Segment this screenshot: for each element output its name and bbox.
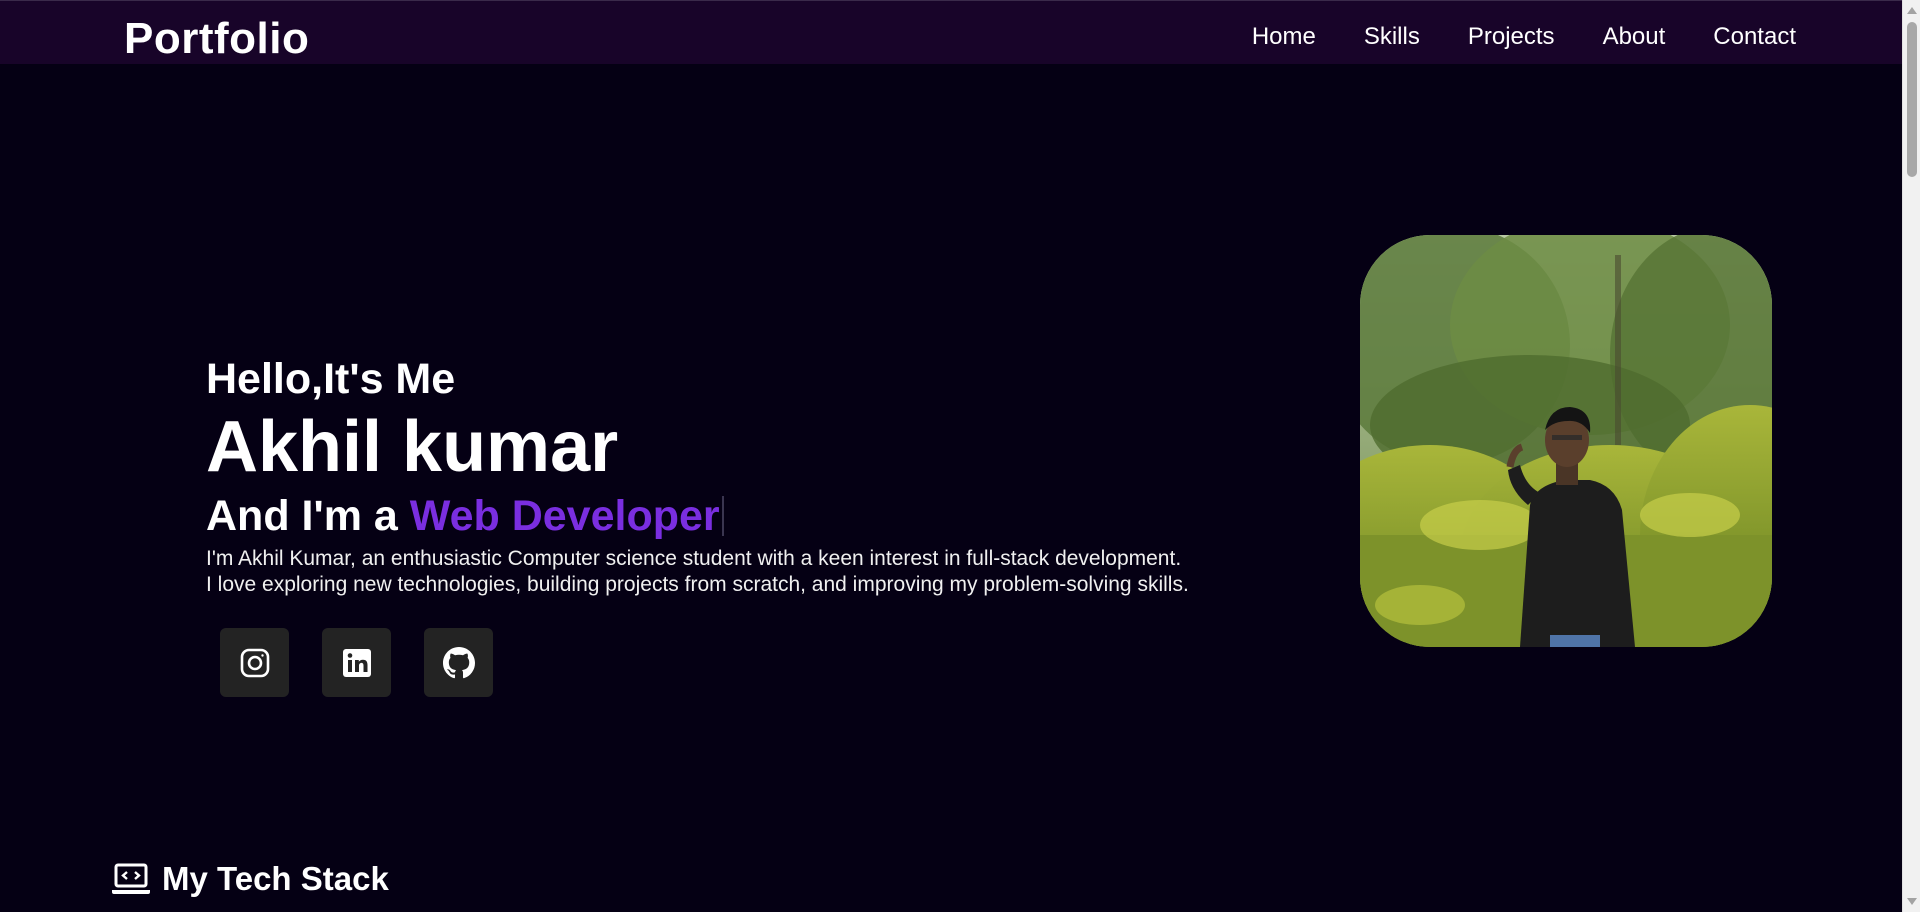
hero-role: And I'm a Web Developer bbox=[206, 495, 1189, 538]
role-highlight: Web Developer bbox=[409, 492, 720, 540]
vertical-scrollbar[interactable] bbox=[1902, 0, 1920, 912]
github-icon bbox=[442, 646, 475, 678]
nav-contact-link[interactable]: Contact bbox=[1713, 23, 1796, 51]
main-nav: Home Skills Projects About Contact bbox=[1252, 23, 1796, 51]
tech-stack-heading: My Tech Stack bbox=[110, 860, 389, 898]
hero-bio: I'm Akhil Kumar, an enthusiastic Compute… bbox=[206, 546, 1189, 598]
scroll-down-arrow-icon[interactable] bbox=[1907, 898, 1917, 905]
navbar: Portfolio Home Skills Projects About Con… bbox=[0, 0, 1902, 64]
portfolio-page: Portfolio Home Skills Projects About Con… bbox=[0, 0, 1920, 912]
nav-skills-link[interactable]: Skills bbox=[1364, 23, 1420, 51]
linkedin-button[interactable] bbox=[322, 628, 391, 697]
nav-about-link[interactable]: About bbox=[1603, 23, 1666, 51]
scroll-thumb[interactable] bbox=[1907, 22, 1917, 177]
social-links bbox=[220, 628, 1189, 697]
github-button[interactable] bbox=[424, 628, 493, 697]
hero-name: Akhil kumar bbox=[206, 407, 619, 487]
linkedin-icon bbox=[342, 648, 371, 677]
nav-home-link[interactable]: Home bbox=[1252, 23, 1316, 51]
instagram-icon bbox=[240, 648, 269, 677]
role-prefix: And I'm a bbox=[206, 492, 398, 540]
hero-greeting: Hello,It's Me bbox=[206, 355, 456, 403]
typing-caret bbox=[721, 496, 724, 536]
bio-line: I love exploring new technologies, build… bbox=[206, 573, 1189, 596]
nav-projects-link[interactable]: Projects bbox=[1468, 23, 1555, 51]
bio-line: I'm Akhil Kumar, an enthusiastic Compute… bbox=[206, 547, 1182, 570]
tech-stack-title: My Tech Stack bbox=[162, 860, 389, 897]
hero-section: Hello,It's Me Akhil kumar And I'm a Web … bbox=[206, 358, 1189, 697]
profile-photo bbox=[1360, 235, 1772, 647]
instagram-button[interactable] bbox=[220, 628, 289, 697]
laptop-code-icon bbox=[112, 863, 150, 894]
brand-logo[interactable]: Portfolio bbox=[124, 14, 309, 64]
scroll-up-arrow-icon[interactable] bbox=[1907, 7, 1917, 14]
